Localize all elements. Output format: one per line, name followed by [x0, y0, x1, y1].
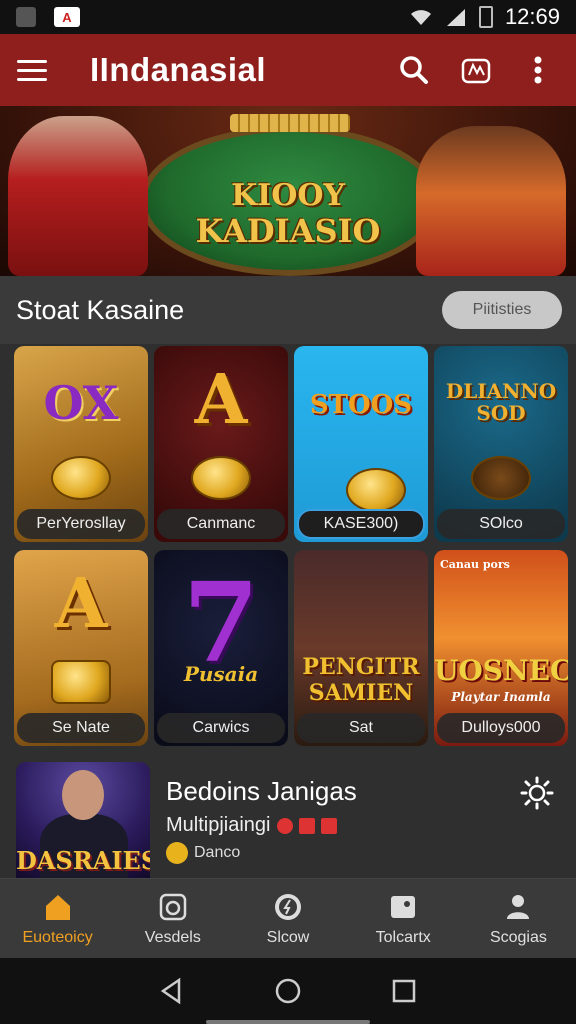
nav-label: Tolcartx	[375, 928, 431, 946]
signal-icon	[446, 9, 465, 26]
download-icon	[16, 7, 36, 27]
tile-label: Dulloys000	[437, 713, 565, 743]
bottom-nav: Euoteoicy Vesdels Slcow Tolcartx Scogias	[0, 878, 576, 958]
tile-label: Carwics	[157, 713, 285, 743]
banner-title-line2: KADIASIO	[195, 212, 381, 250]
game-tile[interactable]: A Se Nate	[14, 550, 148, 746]
featured-meta: Danco	[194, 844, 241, 861]
person-icon	[507, 894, 530, 919]
chips-image	[230, 114, 350, 132]
badge-icon	[298, 817, 315, 834]
settings-gear-icon[interactable]	[520, 776, 554, 810]
featured-subtitle-row: Multipjiaingi	[166, 814, 337, 837]
game-tile[interactable]: Canau pors UOSNEC Playtar Inamla Dulloys…	[434, 550, 568, 746]
nav-label: Euoteoicy	[22, 928, 93, 946]
game-tile[interactable]: STOOS KASE300)	[294, 346, 428, 542]
thumbnail-face-image	[62, 770, 104, 820]
home-icon	[45, 894, 70, 920]
status-time: 12:69	[504, 4, 560, 29]
nav-item-tolcartx[interactable]: Tolcartx	[346, 879, 461, 958]
tile-sublogo: Pusaia	[183, 662, 259, 686]
tile-label: KASE300)	[297, 509, 425, 539]
tile-sublogo: Playtar Inamla	[451, 690, 551, 704]
nav-label: Vesdels	[144, 928, 201, 946]
tile-logo: PENGITR SAMIEN	[302, 654, 420, 706]
camera-icon	[159, 893, 187, 920]
screen: A 12:69 IIndanasial KIOOY KADIASIO Stoat…	[0, 0, 576, 1024]
nav-item-slcow[interactable]: Slcow	[230, 879, 345, 958]
tile-label: Canmanc	[157, 509, 285, 539]
game-tile[interactable]: A Canmanc	[154, 346, 288, 542]
tile-logo: OX	[43, 376, 119, 430]
featured-subtitle: Multipjiaingi	[166, 814, 271, 836]
status-bar: A 12:69	[0, 0, 576, 34]
tile-logo: UOSNEC	[434, 654, 568, 687]
game-tile[interactable]: OX PerYerosllay	[14, 346, 148, 542]
featured-meta-row: Danco	[166, 842, 240, 864]
tile-logo: STOOS	[309, 390, 413, 420]
tile-logo: DLIANNO SOD	[445, 379, 557, 425]
tile-label: SOlco	[437, 509, 565, 539]
search-icon[interactable]	[394, 50, 434, 90]
badge-icon	[276, 817, 293, 834]
app-notification-icon: A	[54, 7, 80, 27]
tile-logo: A	[54, 564, 108, 644]
game-tile[interactable]: 7 Pusaia Carwics	[154, 550, 288, 746]
compass-icon	[275, 893, 301, 920]
recents-icon[interactable]	[389, 976, 419, 1006]
app-title: IIndanasial	[90, 51, 267, 88]
system-nav-bar	[0, 958, 576, 1024]
battery-icon	[478, 6, 493, 28]
promo-banner[interactable]: KIOOY KADIASIO	[0, 106, 576, 276]
featured-title: Bedoins Janigas	[166, 776, 357, 806]
coin-icon	[166, 842, 188, 864]
nav-item-vesdels[interactable]: Vesdels	[115, 879, 230, 958]
game-tile[interactable]: DLIANNO SOD SOlco	[434, 346, 568, 542]
badge-icon	[320, 817, 337, 834]
tile-toplogo: Canau pors	[440, 558, 510, 571]
coin-icon	[191, 456, 251, 500]
home-indicator	[206, 1020, 370, 1024]
section-header: Stoat Kasaine Piitisties	[0, 276, 576, 344]
game-tile[interactable]: PENGITR SAMIEN Sat	[294, 550, 428, 746]
app-bar: IIndanasial	[0, 34, 576, 106]
tile-label: Sat	[297, 713, 425, 743]
nav-label: Slcow	[266, 928, 310, 946]
dice-cup-icon	[471, 456, 531, 500]
featured-thumb-logo: DASRAIES	[16, 846, 150, 875]
gold-bars-icon	[51, 660, 111, 704]
game-grid: OX PerYerosllay A Canmanc STOOS KASE300)…	[14, 346, 568, 746]
tile-label: Se Nate	[17, 713, 145, 743]
more-vert-icon[interactable]	[518, 50, 558, 90]
home-circle-icon[interactable]	[273, 976, 303, 1006]
wifi-icon	[410, 10, 431, 25]
photo-icon	[391, 895, 416, 918]
nav-label: Scogias	[489, 928, 547, 946]
cart-icon[interactable]	[456, 50, 496, 90]
section-title: Stoat Kasaine	[16, 294, 185, 325]
tile-logo: A	[194, 360, 248, 440]
coin-icon	[51, 456, 111, 500]
menu-icon[interactable]	[0, 34, 64, 106]
tile-label: PerYerosllay	[17, 509, 145, 539]
filter-pill-button[interactable]: Piitisties	[442, 291, 562, 329]
featured-item[interactable]: DASRAIES Bedoins Janigas Multipjiaingi D…	[0, 762, 576, 878]
nav-item-home[interactable]: Euoteoicy	[0, 879, 115, 958]
banner-title-line1: KIOOY	[231, 178, 345, 213]
featured-thumbnail: DASRAIES	[16, 762, 150, 878]
back-icon[interactable]	[157, 976, 187, 1006]
nav-item-scogias[interactable]: Scogias	[461, 879, 576, 958]
coin-icon	[346, 468, 406, 512]
